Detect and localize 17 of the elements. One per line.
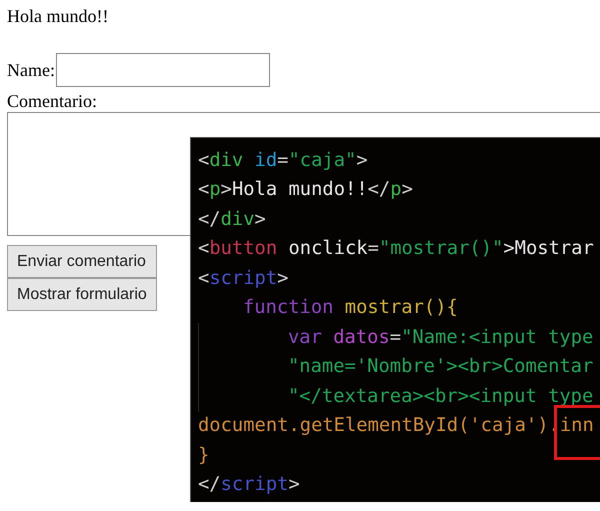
code-line: function mostrar(){ [243,296,458,320]
form-button[interactable]: Mostrar formulario [7,278,157,311]
code-line: </div> [198,208,266,232]
code-line: </script> [198,473,300,498]
code-line: } [198,444,210,468]
code-line: <p>Hola mundo!!</p> [198,178,413,202]
code-line: <button onclick="mostrar()">Mostrar [198,237,594,262]
code-line: "name='Nombre'><br>Comentar [288,355,594,380]
code-line: <script> [198,266,288,291]
name-field[interactable] [56,53,270,87]
code-line: "</textarea><br><input type [288,384,594,409]
heading: Hola mundo!! [7,5,108,27]
form-button[interactable]: Enviar comentario [7,245,157,278]
code-line: var datos="Name:<input type [288,326,594,350]
code-line: <div id="caja"> [198,148,368,173]
name-label: Name: [7,58,55,82]
comment-label: Comentario: [7,90,97,112]
